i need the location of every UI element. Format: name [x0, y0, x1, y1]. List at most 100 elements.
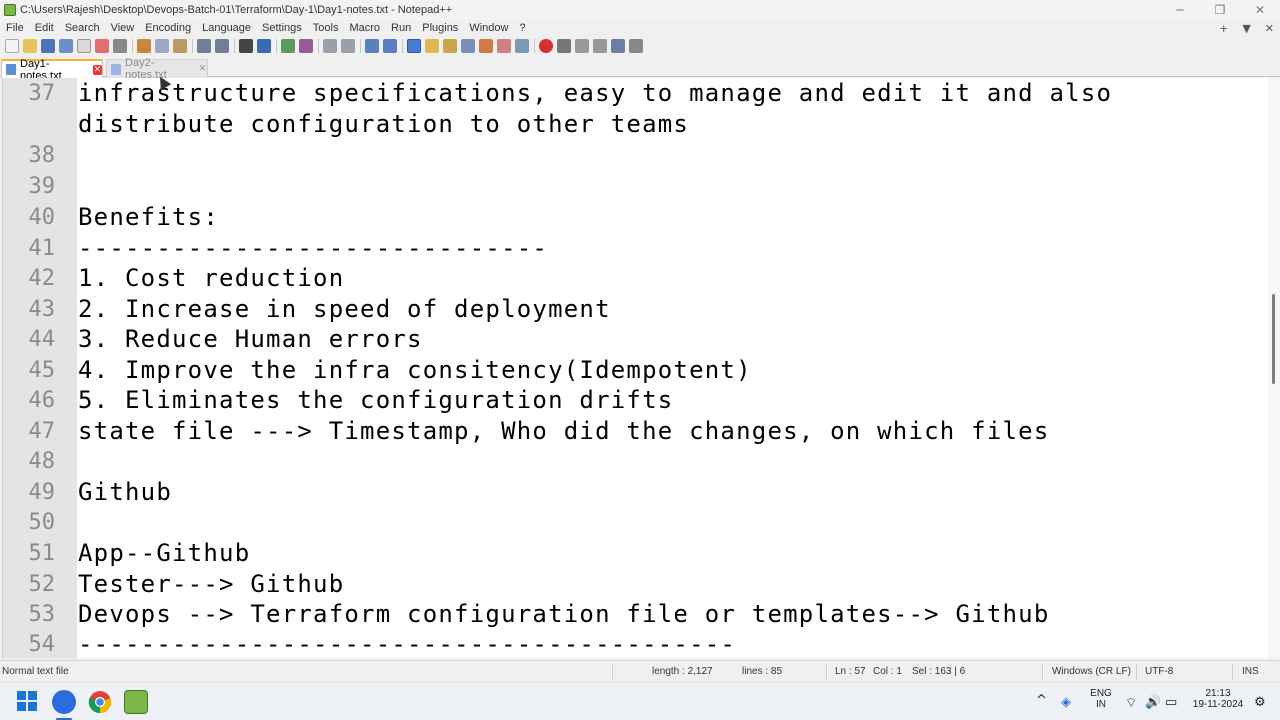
folder-workspace-icon[interactable]	[479, 39, 493, 53]
print-icon[interactable]	[113, 39, 127, 53]
line-text: ------------------------------	[78, 234, 549, 262]
stop-macro-icon[interactable]	[557, 39, 571, 53]
user-language-icon[interactable]	[425, 39, 439, 53]
line-number: 52	[28, 572, 56, 597]
save-icon[interactable]	[41, 39, 55, 53]
editor-line: 41 ------------------------------	[3, 233, 1268, 264]
volume-icon[interactable]: 🔊	[1145, 695, 1161, 710]
tab-day1-notes[interactable]: Day1-notes.txt ✕	[1, 58, 103, 82]
record-macro-icon[interactable]	[539, 39, 553, 53]
monitoring-icon[interactable]	[497, 39, 511, 53]
status-divider	[1136, 664, 1137, 680]
scrollbar-thumb[interactable]	[1272, 294, 1275, 384]
menu-window[interactable]: Window	[463, 22, 513, 34]
menu-encoding[interactable]: Encoding	[139, 22, 196, 34]
editor-line: 49 Github	[3, 477, 1268, 508]
paste-icon[interactable]	[173, 39, 187, 53]
tab-day2-notes[interactable]: Day2-notes.txt ✕	[106, 57, 208, 81]
text-editor[interactable]: 37 infrastructure specifications, easy to…	[2, 78, 1268, 658]
zoom-app-icon[interactable]	[52, 690, 76, 714]
tab-list-dropdown-icon[interactable]: ▼	[1242, 22, 1250, 35]
function-list-icon[interactable]	[461, 39, 475, 53]
menu-help[interactable]: ?	[513, 22, 530, 34]
zoom-out-icon[interactable]	[299, 39, 313, 53]
vertical-scrollbar[interactable]	[1268, 78, 1280, 658]
close-button[interactable]: ✕	[1240, 0, 1280, 20]
line-number: 47	[28, 419, 56, 444]
menu-macro[interactable]: Macro	[343, 22, 385, 34]
save-macro-icon[interactable]	[611, 39, 625, 53]
add-tab-icon[interactable]: +	[1219, 22, 1228, 35]
extra-toolbar-icon[interactable]	[629, 39, 643, 53]
battery-icon[interactable]: ▭	[1165, 695, 1177, 710]
line-text: Tester---> Github	[78, 570, 345, 598]
toolbar-separator	[360, 39, 361, 53]
save-all-icon[interactable]	[59, 39, 73, 53]
tray-app-icon[interactable]: ◈	[1061, 695, 1071, 710]
language-indicator[interactable]: ENG IN	[1088, 688, 1114, 710]
menu-right-controls: + ▼ ✕	[1219, 20, 1274, 36]
line-text: 4. Improve the infra consitency(Idempote…	[78, 356, 752, 384]
region-code: IN	[1096, 699, 1106, 710]
word-wrap-icon[interactable]	[365, 39, 379, 53]
tray-chevron-icon[interactable]: ^	[1036, 693, 1047, 708]
minimize-button[interactable]: ─	[1160, 0, 1200, 20]
menu-search[interactable]: Search	[59, 22, 105, 34]
menu-plugins[interactable]: Plugins	[416, 22, 463, 34]
menu-tools[interactable]: Tools	[307, 22, 344, 34]
line-number: 37	[28, 81, 56, 106]
show-all-chars-icon[interactable]	[383, 39, 397, 53]
copy-icon[interactable]	[155, 39, 169, 53]
status-mode[interactable]: INS	[1242, 666, 1259, 677]
status-divider	[1042, 664, 1043, 680]
editor-line: 53 Devops --> Terraform configuration fil…	[3, 599, 1268, 630]
redo-icon[interactable]	[215, 39, 229, 53]
clock[interactable]: 21:13 19-11-2024	[1186, 688, 1250, 710]
line-text: 2. Increase in speed of deployment	[78, 295, 611, 323]
close-all-icon[interactable]	[95, 39, 109, 53]
document-map-icon[interactable]	[443, 39, 457, 53]
new-file-icon[interactable]	[5, 39, 19, 53]
toolbar-separator	[132, 39, 133, 53]
status-col: Col : 1	[873, 666, 902, 677]
menu-language[interactable]: Language	[196, 22, 256, 34]
undo-icon[interactable]	[197, 39, 211, 53]
status-bar: Normal text file length : 2,127 lines : …	[0, 660, 1280, 682]
menu-edit[interactable]: Edit	[29, 22, 59, 34]
sync-vertical-icon[interactable]	[323, 39, 337, 53]
replace-icon[interactable]	[257, 39, 271, 53]
tab-close-icon[interactable]: ✕	[92, 64, 102, 75]
menu-file[interactable]: File	[0, 22, 29, 34]
close-document-icon[interactable]: ✕	[1265, 22, 1274, 35]
menu-view[interactable]: View	[105, 22, 140, 34]
tab-close-icon[interactable]: ✕	[198, 64, 207, 74]
close-file-icon[interactable]	[77, 39, 91, 53]
window-title: C:\Users\Rajesh\Desktop\Devops-Batch-01\…	[20, 4, 453, 16]
settings-gear-icon[interactable]: ⚙	[1254, 695, 1266, 710]
line-text: state file ---> Timestamp, Who did the c…	[78, 417, 1050, 445]
sync-horizontal-icon[interactable]	[341, 39, 355, 53]
status-eol[interactable]: Windows (CR LF)	[1052, 666, 1131, 677]
windows-start-icon[interactable]	[16, 690, 40, 714]
play-multiple-macro-icon[interactable]	[593, 39, 607, 53]
title-bar: C:\Users\Rajesh\Desktop\Devops-Batch-01\…	[0, 0, 1280, 20]
indent-guide-icon[interactable]	[407, 39, 421, 53]
status-sel: Sel : 163 | 6	[912, 666, 966, 677]
document-icon	[111, 63, 122, 75]
editor-line: 40 Benefits:	[3, 202, 1268, 233]
chrome-icon[interactable]	[88, 690, 112, 714]
status-file-type: Normal text file	[2, 666, 69, 677]
status-encoding[interactable]: UTF-8	[1145, 666, 1173, 677]
line-text: Github	[78, 478, 173, 506]
wifi-icon[interactable]: ⌔	[1125, 695, 1137, 711]
open-file-icon[interactable]	[23, 39, 37, 53]
menu-settings[interactable]: Settings	[256, 22, 307, 34]
find-icon[interactable]	[239, 39, 253, 53]
eye-icon[interactable]	[515, 39, 529, 53]
play-macro-icon[interactable]	[575, 39, 589, 53]
menu-run[interactable]: Run	[385, 22, 416, 34]
maximize-button[interactable]: ❐	[1200, 0, 1240, 20]
zoom-in-icon[interactable]	[281, 39, 295, 53]
notepadpp-taskbar-icon[interactable]	[124, 690, 148, 714]
cut-icon[interactable]	[137, 39, 151, 53]
